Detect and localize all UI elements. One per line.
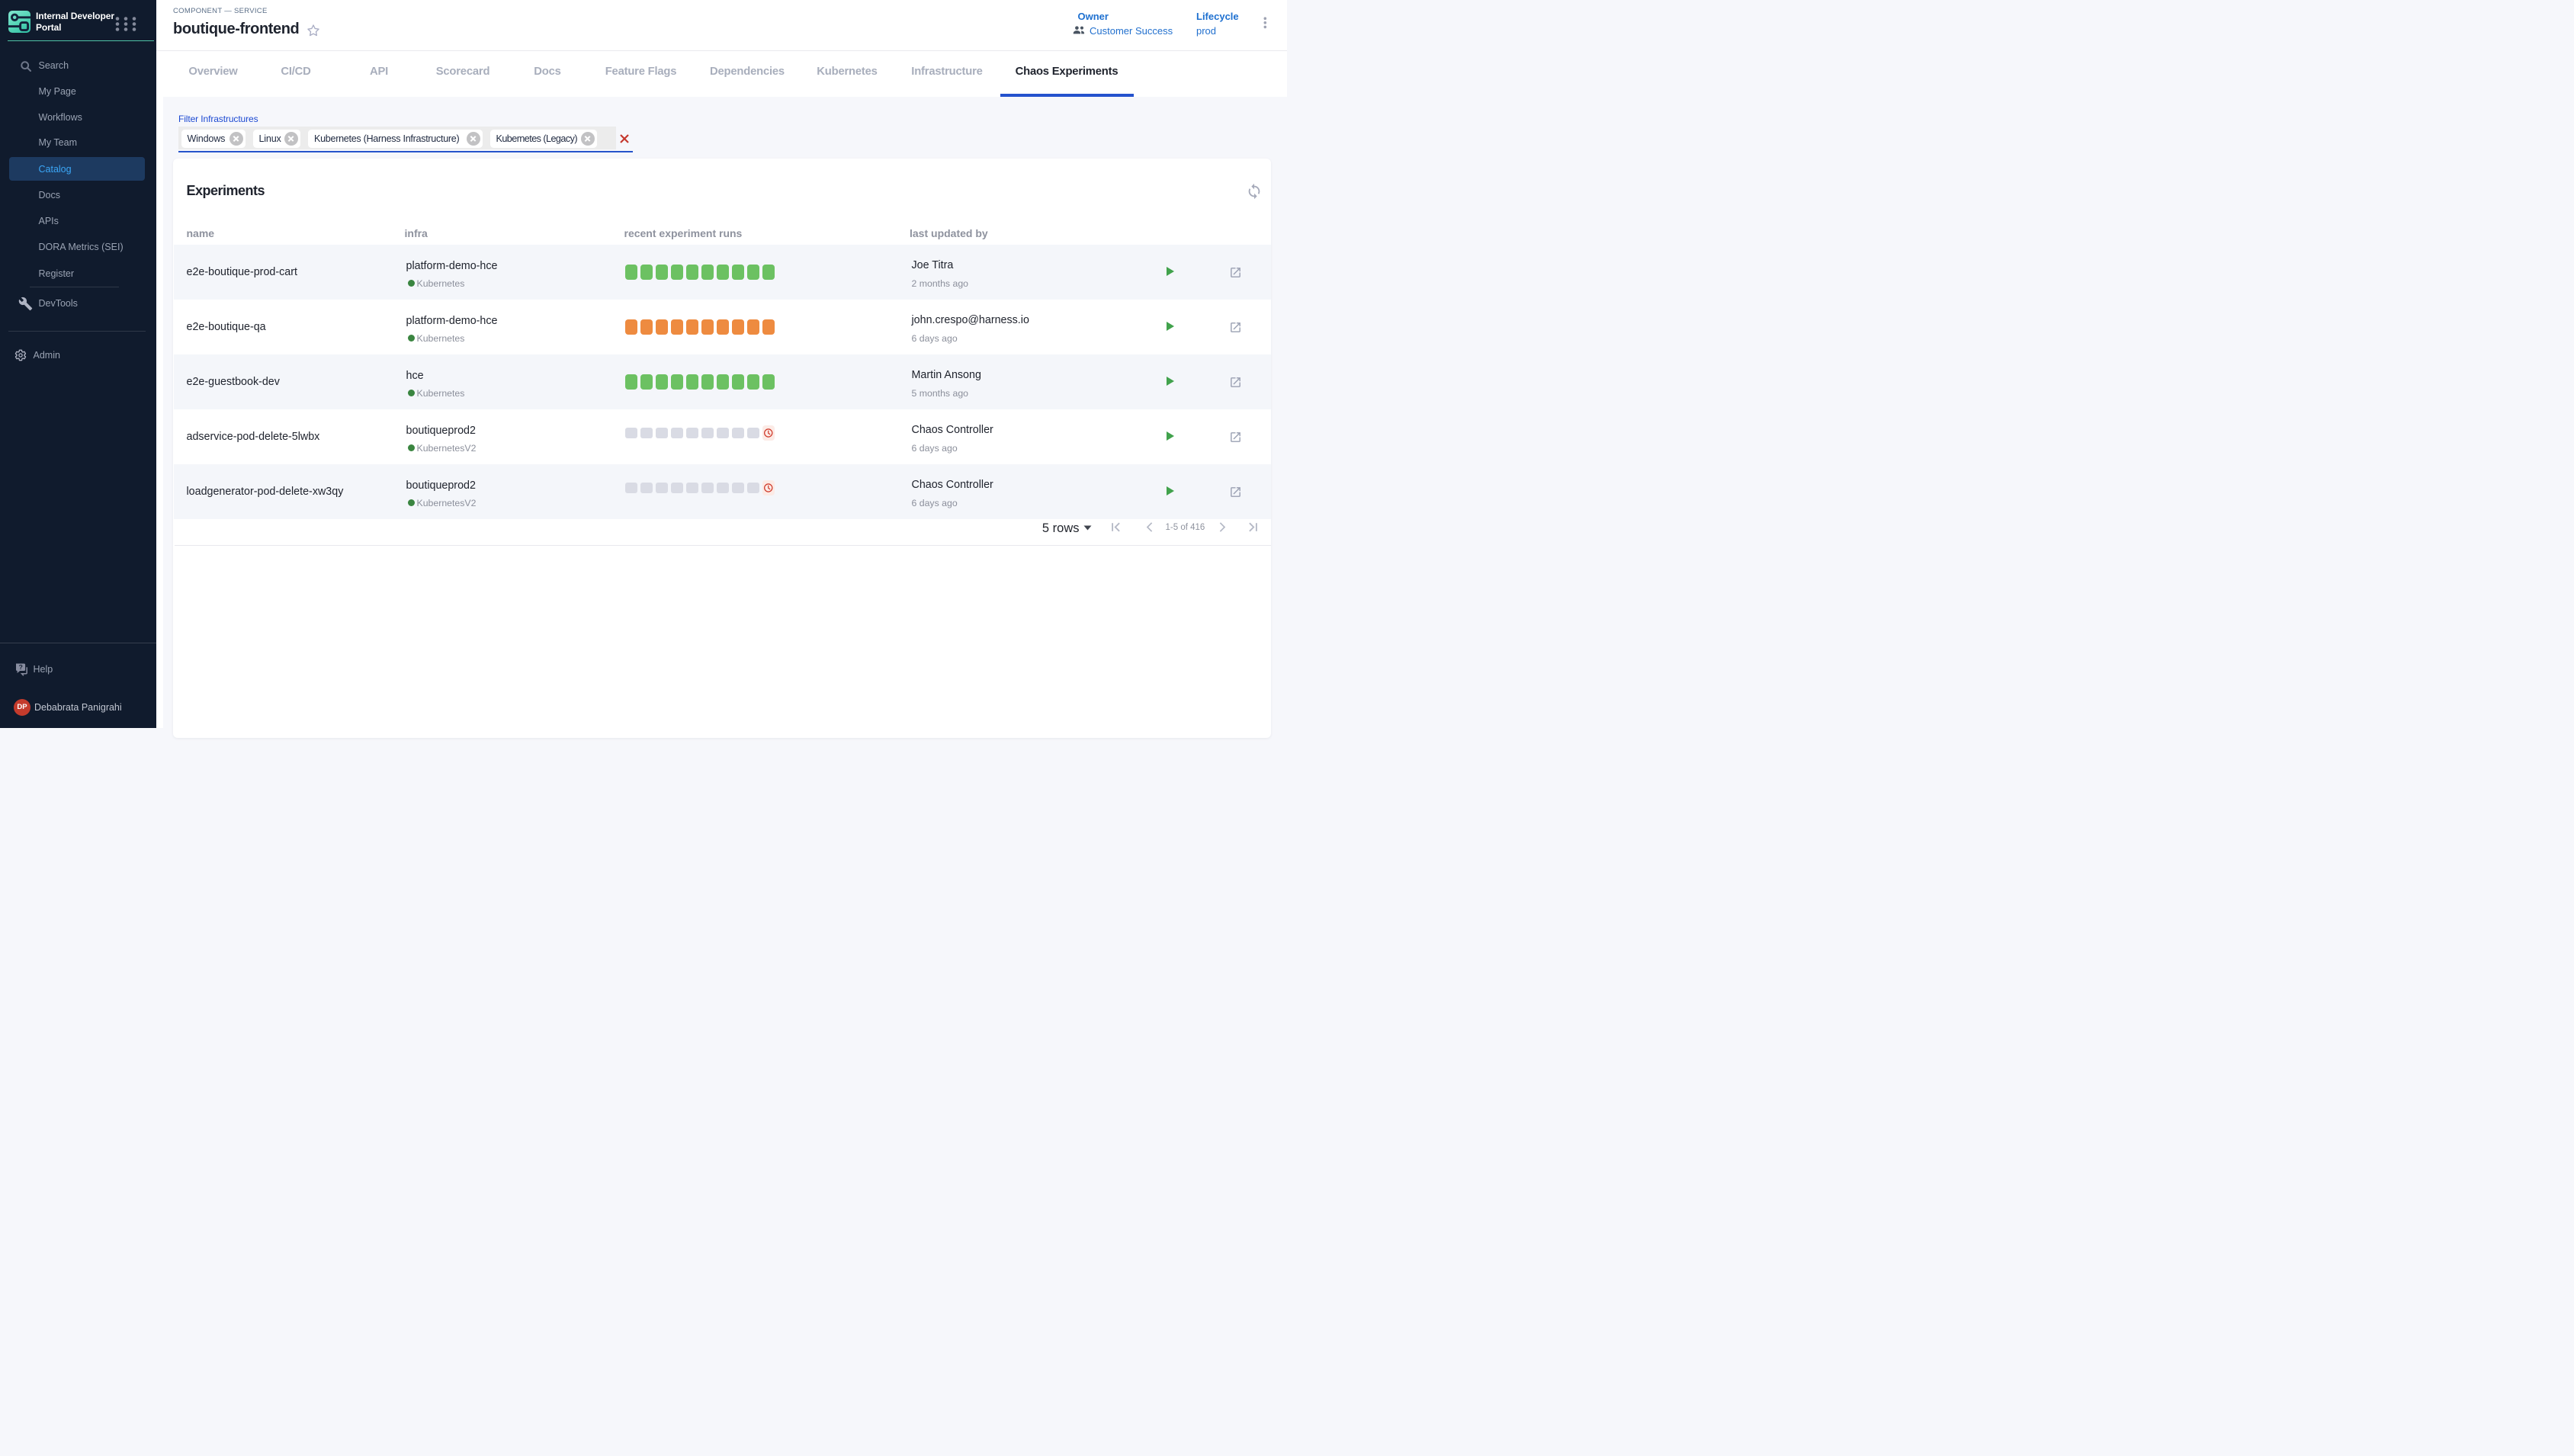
svg-text:?: ? [18, 663, 22, 671]
